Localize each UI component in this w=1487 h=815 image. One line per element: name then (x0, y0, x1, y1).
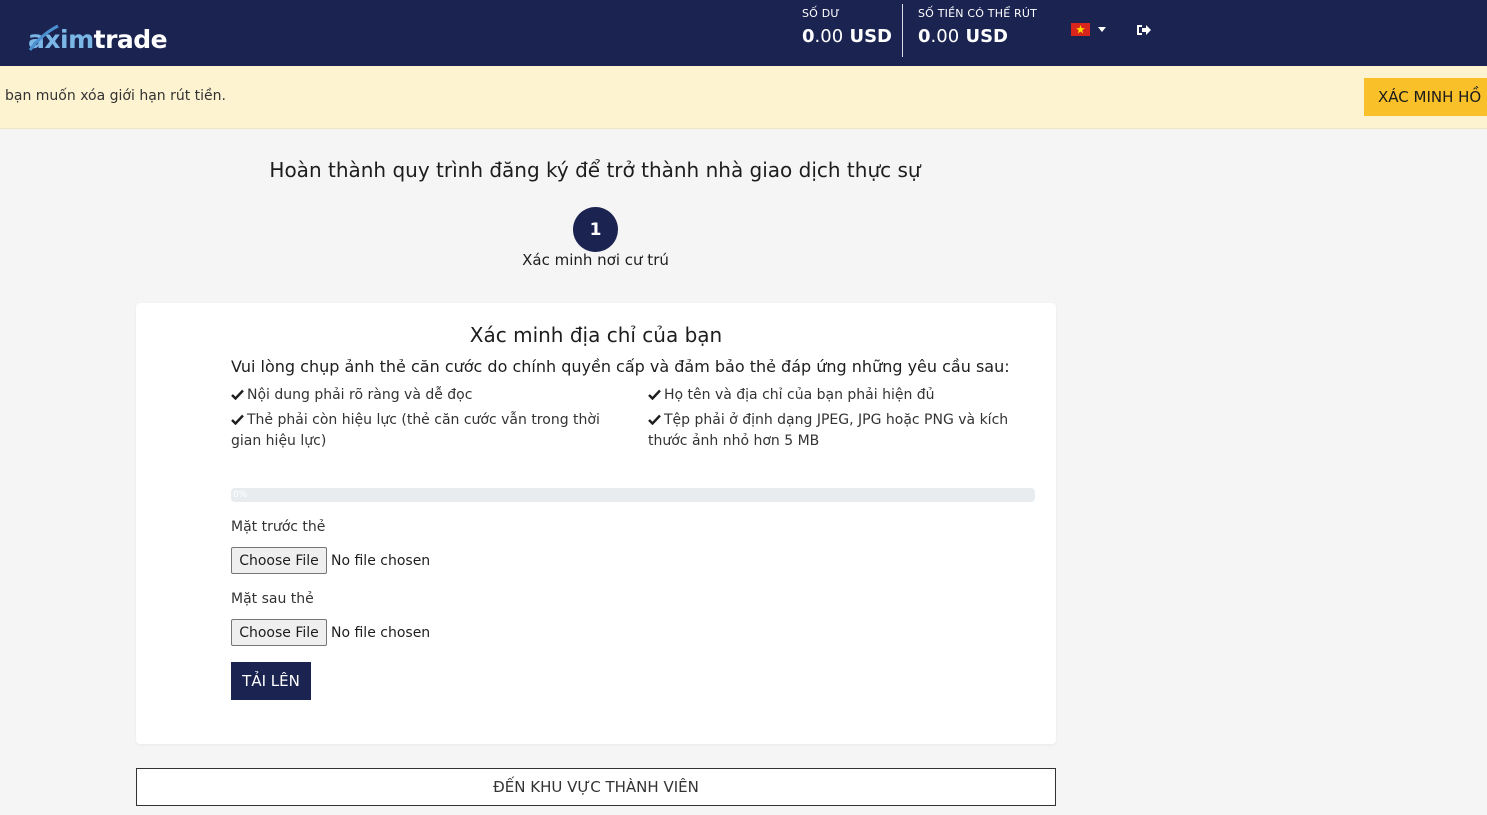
member-area-button[interactable]: ĐẾN KHU VỰC THÀNH VIÊN (136, 768, 1056, 806)
front-choose-file-button[interactable]: Choose File (231, 547, 327, 574)
check-icon (648, 414, 661, 425)
upload-progress-bar: 0% (231, 488, 1035, 502)
step-label: Xác minh nơi cư trú (522, 251, 669, 269)
front-file-status: No file chosen (331, 552, 431, 569)
requirement-item: Họ tên và địa chỉ của bạn phải hiện đủ (648, 385, 1028, 406)
address-verification-card: Xác minh địa chỉ của bạn Vui lòng chụp ả… (136, 303, 1056, 744)
back-file-status: No file chosen (331, 624, 431, 641)
front-card-label: Mặt trước thẻ (231, 519, 326, 535)
alert-message: bạn muốn xóa giới hạn rút tiền. (5, 88, 226, 104)
requirement-item: Thẻ phải còn hiệu lực (thẻ căn cước vẫn … (231, 412, 600, 449)
verify-identity-button[interactable]: XÁC MINH HỒ (1364, 78, 1487, 116)
verification-alert: bạn muốn xóa giới hạn rút tiền. XÁC MINH… (0, 66, 1487, 129)
requirement-item: Tệp phải ở định dạng JPEG, JPG hoặc PNG … (648, 412, 1009, 449)
withdrawable-value: 0.00 USD (918, 26, 1008, 47)
withdrawable-display: SỐ TIỀN CÓ THỂ RÚT 0.00 USD (918, 7, 1037, 47)
header-divider (902, 4, 903, 57)
back-card-label: Mặt sau thẻ (231, 591, 314, 607)
upload-button[interactable]: TẢI LÊN (231, 662, 311, 700)
balance-label: SỐ DƯ (802, 7, 841, 20)
balance-display: SỐ DƯ 0.00 USD (802, 7, 892, 47)
vietnam-flag-icon (1071, 23, 1090, 36)
check-icon (231, 389, 244, 400)
withdrawable-label: SỐ TIỀN CÓ THỂ RÚT (918, 7, 1038, 20)
logout-icon[interactable] (1136, 22, 1152, 38)
logo-swoosh-icon (28, 24, 59, 51)
card-subtitle: Vui lòng chụp ảnh thẻ căn cước do chính … (231, 357, 1010, 376)
balance-value: 0.00 USD (802, 26, 892, 47)
front-card-file-input: Choose File No file chosen (231, 547, 430, 574)
page-title: Hoàn thành quy trình đăng ký để trở thàn… (269, 158, 921, 182)
requirement-item: Nội dung phải rõ ràng và dễ đọc (231, 385, 611, 406)
card-title: Xác minh địa chỉ của bạn (469, 323, 723, 347)
aximtrade-logo[interactable]: aximtrade (28, 12, 168, 52)
language-selector[interactable] (1071, 23, 1106, 36)
chevron-down-icon (1098, 27, 1106, 32)
step-indicator: 1 (573, 207, 618, 252)
check-icon (231, 414, 244, 425)
back-card-file-input: Choose File No file chosen (231, 619, 430, 646)
progress-text: 0% (233, 490, 248, 500)
back-choose-file-button[interactable]: Choose File (231, 619, 327, 646)
top-navbar: aximtrade SỐ DƯ 0.00 USD SỐ TIỀN CÓ THỂ … (0, 0, 1487, 66)
check-icon (648, 389, 661, 400)
